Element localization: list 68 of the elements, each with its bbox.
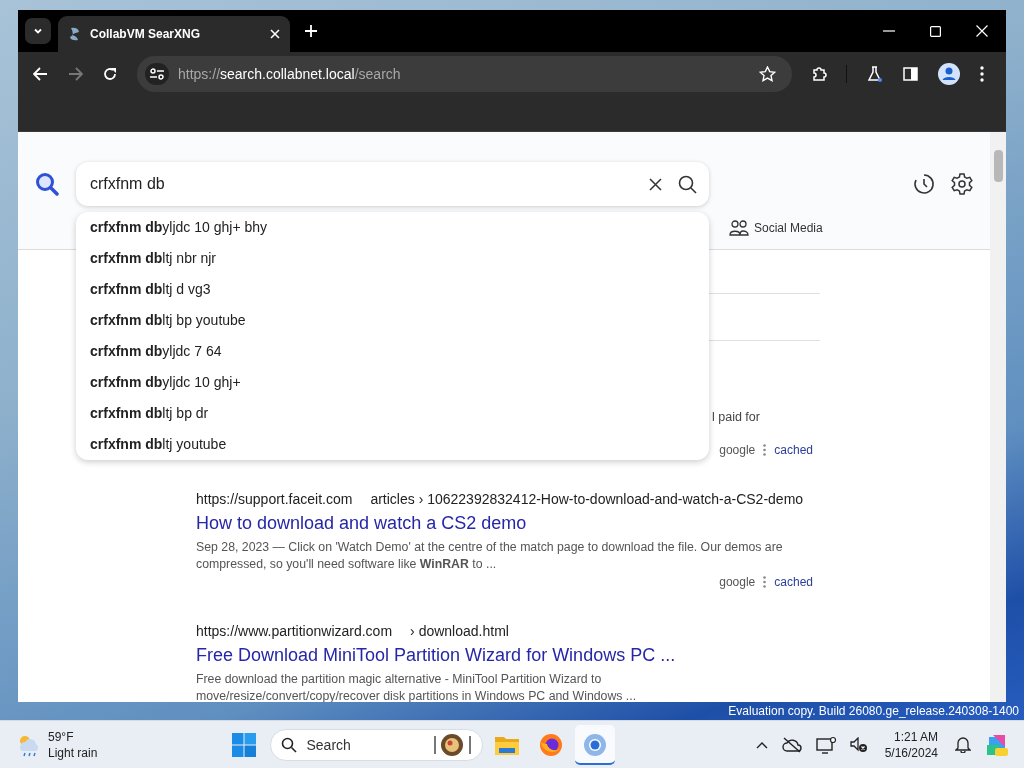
weather-condition: Light rain — [48, 744, 98, 761]
result-url[interactable]: https://support.faceit.com — [196, 490, 353, 508]
result-title[interactable]: Free Download MiniTool Partition Wizard for Windows PC ... — [196, 644, 820, 666]
temperature: 59°F — [48, 728, 75, 745]
scrollbar[interactable] — [990, 132, 1006, 702]
start-icon[interactable] — [231, 732, 256, 757]
result-snippet: Sep 28, 2023 — Click on 'Watch Demo' at the centre of the match page to download the file. Our demos are compressed, so you'll need software like WinRAR to ... — [196, 539, 784, 573]
copilot-icon[interactable] — [985, 732, 1009, 757]
flask-icon[interactable] — [867, 66, 883, 82]
search-bar[interactable]: crfxfnm db — [76, 162, 709, 206]
people-icon — [729, 219, 749, 236]
taskbar-search[interactable]: Search — [269, 728, 483, 761]
result-snippet: Free download the partition magic alternative - MiniTool Partition Wizard to move/resize/convert/copy/recover disk partitions in Windows PC and Windows ... — [196, 671, 638, 702]
suggestion-item[interactable]: crfxfnm dbltj bp youtube — [76, 305, 709, 336]
favicon-icon — [68, 26, 82, 42]
result-snippet: l paid for — [712, 409, 761, 425]
search-icon[interactable] — [678, 174, 697, 194]
close-icon[interactable] — [976, 25, 988, 37]
suggestion-item[interactable]: crfxfnm dbltj youtube — [76, 429, 709, 460]
search-icon — [280, 736, 297, 753]
more-icon[interactable] — [763, 444, 767, 456]
tab-search-button[interactable] — [25, 18, 51, 44]
settings-icon[interactable] — [951, 173, 973, 195]
menu-icon[interactable] — [980, 66, 984, 82]
evaluation-watermark: Evaluation copy. Build 26080.ge_release.240308-1400 — [728, 704, 1019, 718]
result-path: articles › 10622392832412-How-to-download-and-watch-a-CS2-demo — [370, 490, 804, 508]
browser-logo-icon — [538, 732, 563, 757]
profile-avatar-icon[interactable] — [938, 63, 960, 85]
close-tab-icon[interactable] — [270, 29, 280, 39]
suggestion-item[interactable]: crfxfnm dbltj nbr njr — [76, 243, 709, 274]
extensions-icon[interactable] — [812, 66, 828, 82]
cloud-off-icon[interactable] — [781, 736, 802, 753]
browser-tab[interactable]: CollabVM SearXNG — [58, 16, 290, 52]
suggestion-item[interactable]: crfxfnm dbltj bp dr — [76, 398, 709, 429]
more-icon[interactable] — [763, 576, 767, 588]
back-icon[interactable] — [33, 67, 48, 81]
engine-link[interactable]: google — [719, 442, 756, 458]
monitor-icon[interactable] — [815, 735, 836, 754]
result-path: › download.html — [410, 622, 509, 640]
suggestion-item[interactable]: crfxfnm dbyljdc 7 64 — [76, 336, 709, 367]
notification-bell-icon[interactable] — [955, 736, 971, 753]
history-icon[interactable] — [913, 173, 935, 195]
taskbar-app[interactable] — [574, 724, 615, 765]
clear-icon[interactable] — [649, 177, 662, 191]
result-url[interactable]: https://www.partitionwizard.com — [196, 622, 393, 640]
speaker-muted-icon[interactable] — [849, 736, 868, 753]
new-tab-icon[interactable] — [305, 25, 317, 37]
side-panel-icon[interactable] — [903, 67, 918, 81]
browser-logo-icon — [582, 732, 607, 757]
address-bar[interactable]: https://search.collabnet.local/search — [137, 56, 792, 92]
clock[interactable]: 1:21 AM 5/16/2024 — [884, 728, 938, 761]
engine-link[interactable]: google — [719, 574, 756, 590]
search-logo-icon[interactable] — [35, 172, 59, 196]
reload-icon[interactable] — [103, 67, 117, 81]
suggestion-item[interactable]: crfxfnm dbyljdc 10 ghj+ — [76, 367, 709, 398]
site-settings-icon[interactable] — [145, 63, 169, 85]
category-tab[interactable]: Social Media — [729, 219, 823, 236]
search-field[interactable]: crfxfnm db — [90, 175, 649, 193]
suggestion-item[interactable]: crfxfnm dbltj d vg3 — [76, 274, 709, 305]
weather-widget[interactable]: 59°F Light rain — [16, 728, 98, 761]
suggestion-item[interactable]: crfxfnm dbyljdc 10 ghj+ bhy — [76, 212, 709, 243]
cached-link[interactable]: cached — [774, 442, 813, 458]
chevron-up-icon[interactable] — [755, 740, 768, 749]
result-title[interactable]: How to download and watch a CS2 demo — [196, 512, 820, 534]
forward-icon[interactable] — [68, 67, 83, 81]
bookmark-star-icon[interactable] — [759, 66, 776, 82]
cached-link[interactable]: cached — [774, 574, 813, 590]
maximize-icon[interactable] — [930, 25, 941, 37]
